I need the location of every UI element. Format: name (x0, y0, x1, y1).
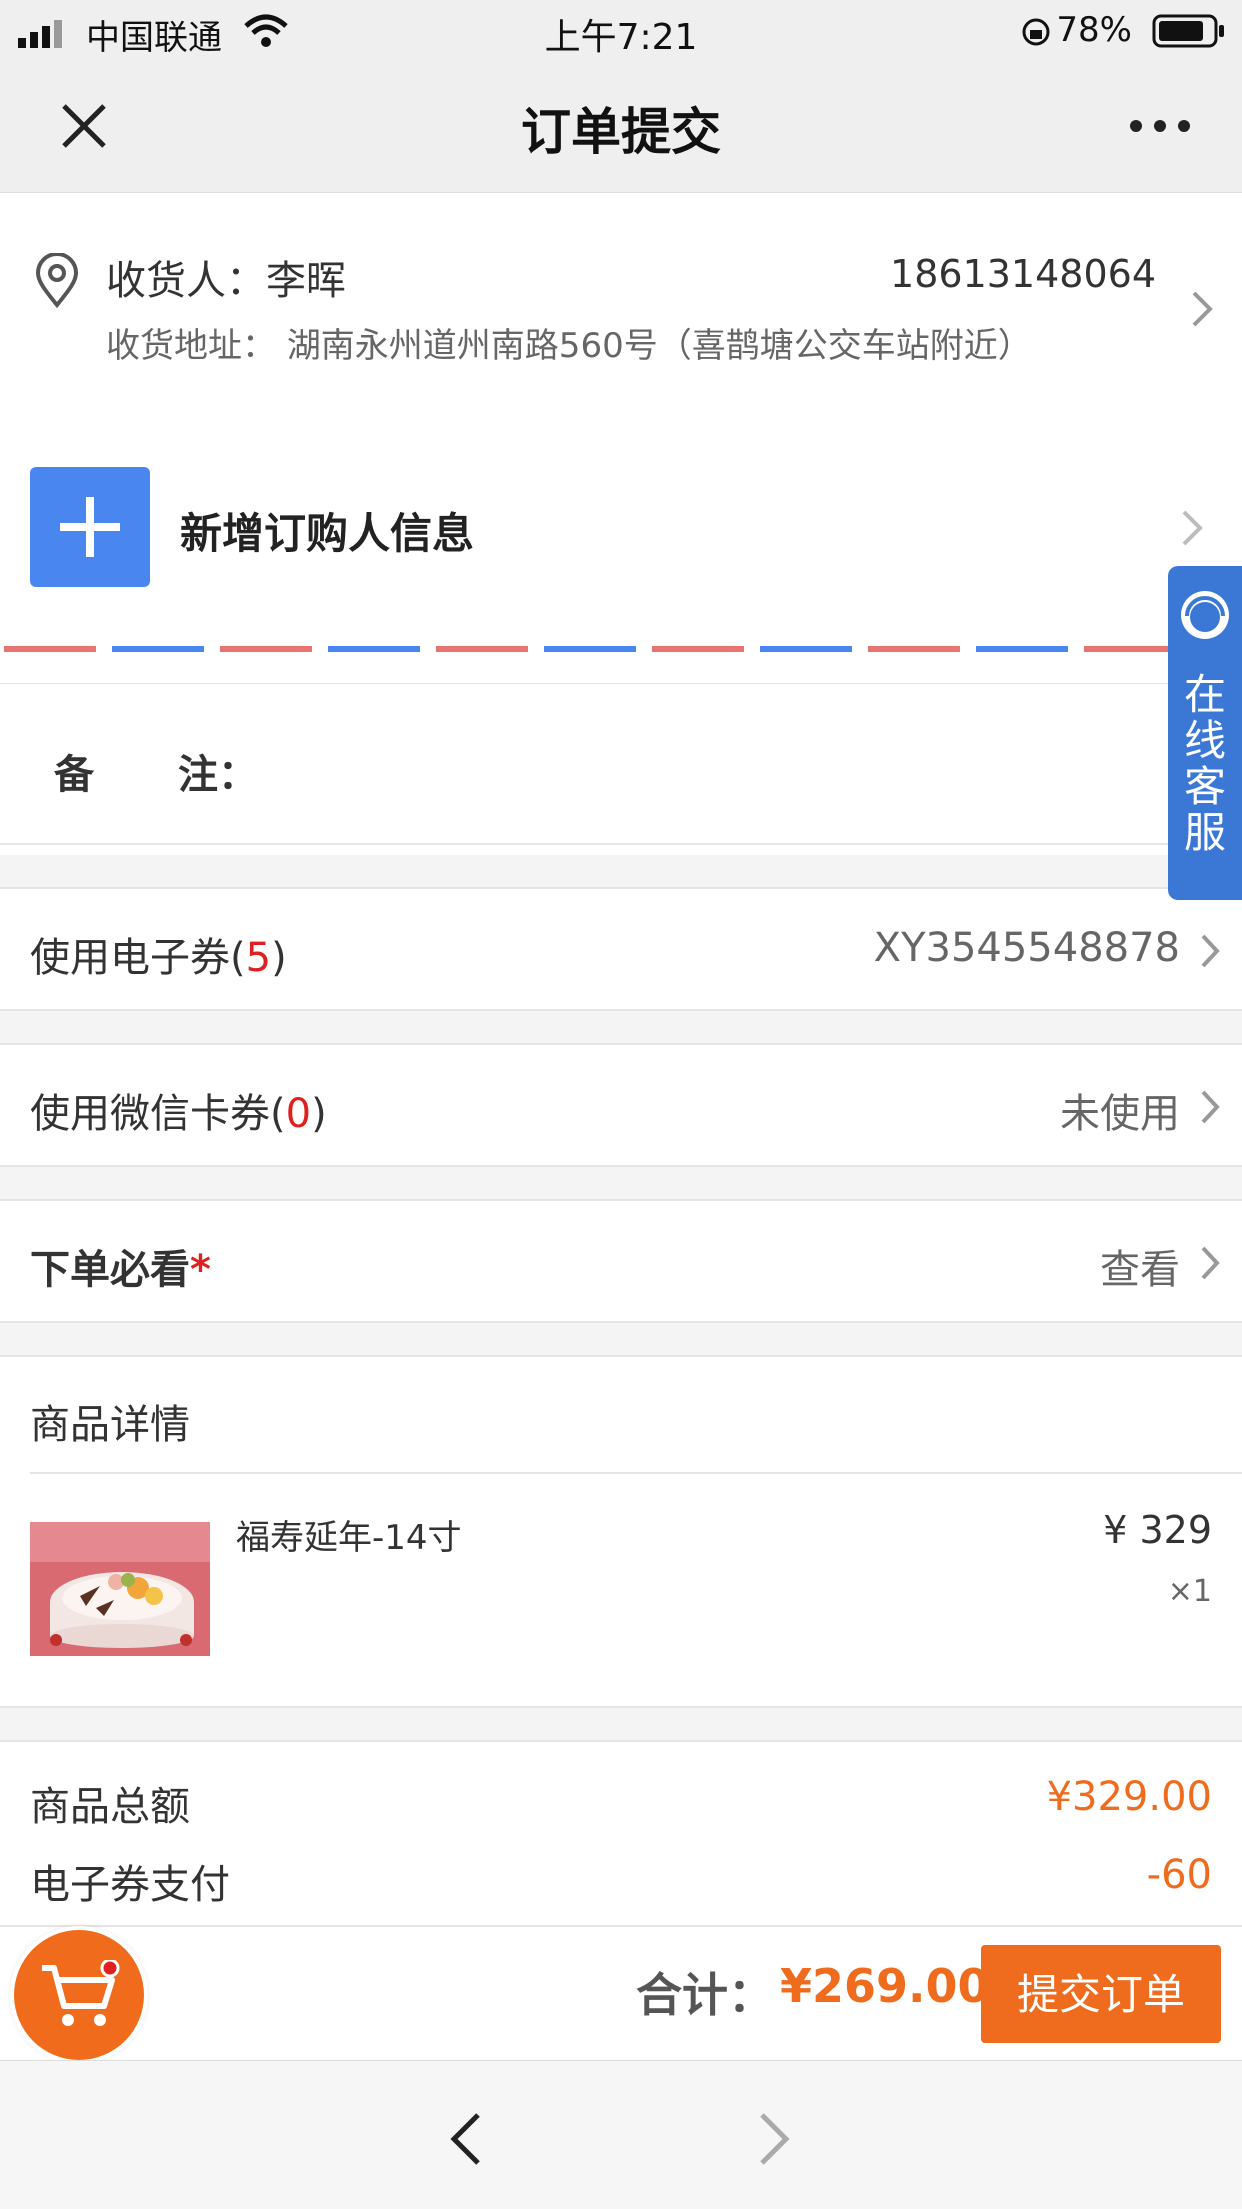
required-star: * (190, 1247, 211, 1293)
receiver-address: 收货地址： 湖南永州道州南路560号（喜鹊塘公交车站附近） (106, 318, 1032, 367)
product-name: 福寿延年-14寸 (236, 1518, 462, 1558)
chevron-right-icon (1182, 510, 1203, 546)
wechat-coupon-label-text: 使用微信卡券 (30, 1091, 270, 1137)
coupon-count: 5 (245, 935, 272, 981)
wechat-coupon-count: 0 (285, 1091, 312, 1137)
headset-icon (1181, 591, 1229, 639)
nav-bar: 订单提交 (0, 62, 1242, 193)
notice-view-link[interactable]: 查看 (1100, 1237, 1180, 1295)
submit-order-button[interactable]: 提交订单 (981, 1945, 1221, 2043)
product-section-title: 商品详情 (30, 1402, 190, 1448)
divider (0, 1740, 1242, 1742)
section-gap (0, 1011, 1242, 1043)
remark-label-a: 备 (54, 752, 94, 798)
address-label: 收货地址： (106, 326, 276, 366)
back-arrow-icon[interactable] (448, 2111, 484, 2167)
plus-icon (60, 497, 120, 557)
address-divider-stripe (0, 646, 1242, 653)
wechat-coupon-row[interactable]: 使用微信卡券(0) 未使用 (0, 1045, 1242, 1165)
address-card[interactable] (0, 193, 1242, 433)
goods-total-value: ¥329.00 (1046, 1774, 1212, 1820)
section-gap (0, 1323, 1242, 1355)
browser-toolbar (0, 2060, 1242, 2209)
add-buyer-label: 新增订购人信息 (180, 509, 475, 558)
page-title: 订单提交 (521, 103, 721, 161)
coupon-pay-value: -60 (1146, 1852, 1212, 1898)
order-notice-row[interactable]: 下单必看* 查看 (0, 1201, 1242, 1321)
remark-input[interactable] (270, 730, 1154, 802)
chevron-right-icon (1192, 291, 1213, 327)
coupon-label-text: 使用电子券 (30, 935, 230, 981)
wechat-coupon-label: 使用微信卡券(0) (30, 1091, 327, 1137)
location-pin-icon (35, 253, 79, 309)
address-text: 湖南永州道州南路560号（喜鹊塘公交车站附近） (286, 326, 1032, 366)
battery-icon (1152, 14, 1224, 48)
coupon-pay-label: 电子券支付 (30, 1862, 230, 1908)
section-gap (0, 855, 1242, 887)
section-gap (0, 1167, 1242, 1199)
cake-image (30, 1522, 210, 1656)
chevron-right-icon (1201, 934, 1220, 968)
sum-label: 合计： (636, 1968, 774, 2022)
chevron-right-icon (1201, 1246, 1220, 1280)
coupon-row[interactable]: 使用电子券(5) XY3545548878 (0, 889, 1242, 1009)
battery-percent: 78% (1056, 10, 1132, 50)
product-item[interactable]: 福寿延年-14寸 ¥ 329 ×1 (0, 1474, 1242, 1704)
wechat-coupon-value: 未使用 (1060, 1091, 1180, 1137)
remark-row[interactable]: 备 注： (0, 684, 1242, 844)
rotation-lock-icon (1022, 18, 1050, 46)
add-buyer-button[interactable] (30, 467, 150, 587)
divider (0, 1355, 1242, 1357)
coupon-label: 使用电子券(5) (30, 935, 287, 981)
customer-service-label: 在线客服 (1183, 670, 1226, 857)
receiver-phone: 18613148064 (890, 252, 1156, 296)
goods-total-label: 商品总额 (30, 1784, 190, 1830)
chevron-right-icon (1201, 1090, 1220, 1124)
more-icon[interactable] (1128, 118, 1192, 134)
section-gap (0, 1708, 1242, 1740)
sum-value: ¥269.00 (780, 1959, 990, 2013)
cart-button[interactable] (14, 1930, 144, 2060)
status-bar: 中国联通 上午7:21 78% (0, 0, 1242, 62)
coupon-value: XY3545548878 (873, 925, 1180, 971)
forward-arrow-icon[interactable] (756, 2111, 792, 2167)
cart-icon (42, 1960, 120, 2026)
product-quantity: ×1 (1167, 1574, 1212, 1609)
notice-label: 下单必看* (30, 1237, 211, 1295)
divider (0, 843, 1242, 845)
product-price: ¥ 329 (1103, 1508, 1212, 1552)
notice-label-text: 下单必看 (30, 1247, 190, 1293)
remark-label-b: 注： (178, 752, 258, 798)
receiver-name: 收货人：李晖 (106, 258, 346, 304)
